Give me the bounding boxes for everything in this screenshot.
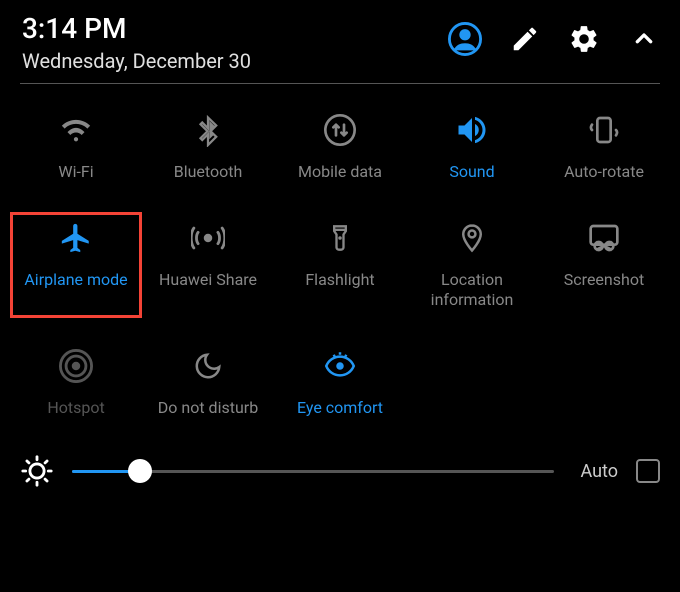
sound-icon <box>454 112 490 148</box>
mobile-data-tile[interactable]: Mobile data <box>274 104 406 190</box>
tile-label: Mobile data <box>298 162 382 182</box>
brightness-control: Auto <box>0 426 680 508</box>
brightness-slider[interactable] <box>72 470 554 473</box>
location-icon <box>457 220 487 256</box>
profile-icon[interactable] <box>448 22 482 56</box>
location-tile[interactable]: Location information <box>406 212 538 318</box>
header-actions <box>448 22 660 56</box>
tile-label: Airplane mode <box>24 270 127 290</box>
tile-label: Eye comfort <box>297 398 383 418</box>
dnd-moon-icon <box>193 348 223 384</box>
auto-brightness-label: Auto <box>580 461 618 482</box>
wifi-icon <box>59 112 93 148</box>
hotspot-icon <box>59 348 93 384</box>
tile-label: Screenshot <box>564 270 644 290</box>
wifi-tile[interactable]: Wi-Fi <box>10 104 142 190</box>
tile-label: Auto-rotate <box>564 162 644 182</box>
eye-icon <box>321 348 359 384</box>
flashlight-tile[interactable]: Flashlight <box>274 212 406 318</box>
tile-label: Flashlight <box>305 270 374 290</box>
airplane-mode-tile[interactable]: Airplane mode <box>10 212 142 318</box>
quick-settings-grid: Wi-Fi Bluetooth Mobile data Sound Auto-r… <box>0 84 680 426</box>
auto-rotate-tile[interactable]: Auto-rotate <box>538 104 670 190</box>
do-not-disturb-tile[interactable]: Do not disturb <box>142 340 274 426</box>
flashlight-icon <box>326 220 354 256</box>
eye-comfort-tile[interactable]: Eye comfort <box>274 340 406 426</box>
huawei-share-icon <box>191 220 225 256</box>
tile-label: Location information <box>431 270 514 310</box>
hotspot-tile[interactable]: Hotspot <box>10 340 142 426</box>
airplane-icon <box>59 220 93 256</box>
edit-icon[interactable] <box>510 24 540 54</box>
collapse-chevron-icon[interactable] <box>628 23 660 55</box>
auto-rotate-icon <box>588 112 620 148</box>
tile-label: Wi-Fi <box>58 162 93 182</box>
slider-thumb[interactable] <box>128 459 152 483</box>
tile-label: Huawei Share <box>159 270 257 290</box>
brightness-icon <box>20 454 54 488</box>
auto-brightness-checkbox[interactable] <box>636 459 660 483</box>
tile-label: Sound <box>449 162 494 182</box>
tile-label: Do not disturb <box>158 398 258 418</box>
bluetooth-icon <box>193 112 223 148</box>
clock-date: Wednesday, December 30 <box>22 49 251 73</box>
clock-time: 3:14 PM <box>22 12 251 45</box>
status-header: 3:14 PM Wednesday, December 30 <box>0 0 680 83</box>
mobile-data-icon <box>324 112 356 148</box>
header-left: 3:14 PM Wednesday, December 30 <box>22 12 251 73</box>
screenshot-icon <box>586 220 622 256</box>
sound-tile[interactable]: Sound <box>406 104 538 190</box>
tile-label: Hotspot <box>47 398 104 418</box>
screenshot-tile[interactable]: Screenshot <box>538 212 670 318</box>
huawei-share-tile[interactable]: Huawei Share <box>142 212 274 318</box>
tile-label: Bluetooth <box>174 162 243 182</box>
settings-gear-icon[interactable] <box>568 23 600 55</box>
bluetooth-tile[interactable]: Bluetooth <box>142 104 274 190</box>
